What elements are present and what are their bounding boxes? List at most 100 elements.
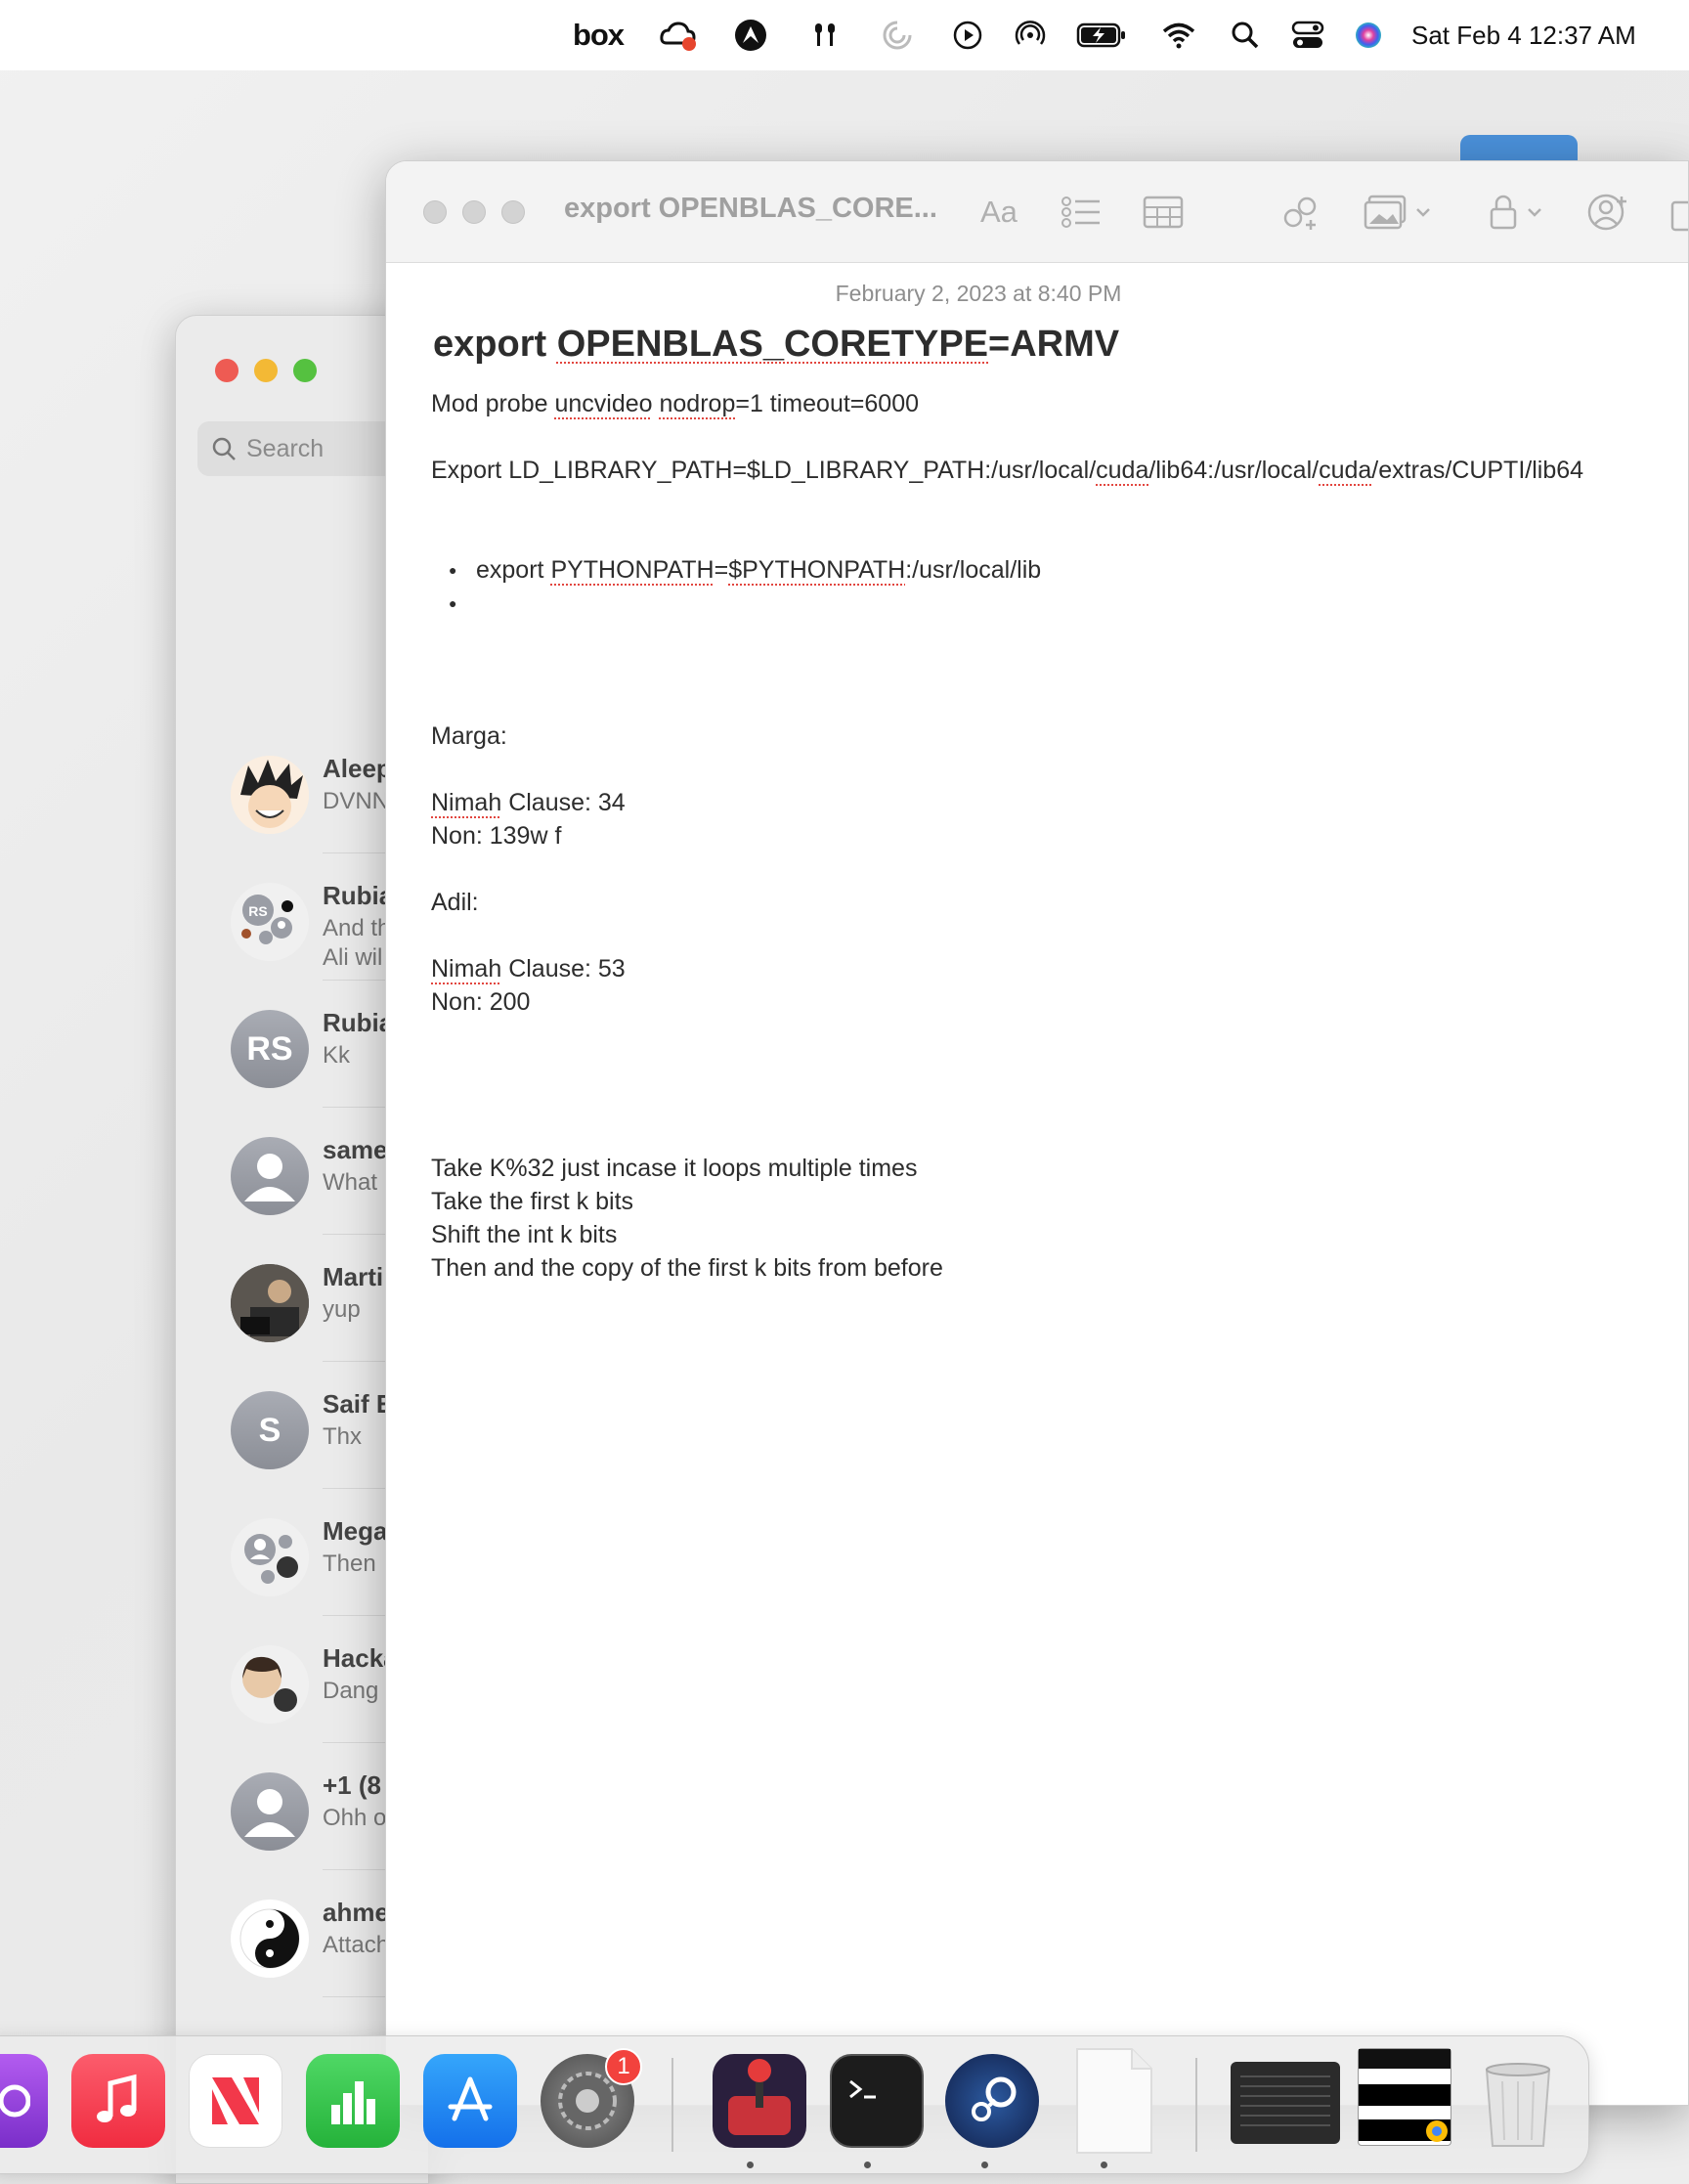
conversation-name: Rubia bbox=[323, 881, 394, 910]
steam-icon[interactable] bbox=[945, 2054, 1039, 2148]
search-icon bbox=[212, 437, 236, 460]
format-button[interactable]: Aa bbox=[980, 193, 1018, 232]
conversation-preview: Thx bbox=[323, 1423, 363, 1450]
conversation-preview: And th Ali wil bbox=[323, 915, 391, 971]
app-store-icon[interactable] bbox=[423, 2054, 517, 2148]
spinner-icon[interactable] bbox=[878, 18, 917, 53]
conversation-preview: Ohh o bbox=[323, 1805, 387, 1831]
minimize-button[interactable] bbox=[254, 359, 278, 382]
person-icon bbox=[231, 1772, 309, 1851]
zoom-button[interactable] bbox=[293, 359, 317, 382]
note-body[interactable]: export OPENBLAS_CORETYPE=ARMV Mod probe … bbox=[431, 324, 1643, 1285]
conversation-preview: What bbox=[323, 1169, 378, 1196]
siri-icon[interactable] bbox=[1351, 18, 1386, 53]
bullet-item: export PYTHONPATH=$PYTHONPATH:/usr/local… bbox=[449, 553, 1643, 587]
joystick-app-icon[interactable] bbox=[713, 2054, 806, 2148]
control-center-icon[interactable] bbox=[1288, 18, 1327, 53]
music-icon[interactable] bbox=[71, 2054, 165, 2148]
conversation-name: ahme bbox=[323, 1898, 389, 1927]
airpods-icon[interactable] bbox=[805, 18, 844, 53]
minimize-button[interactable] bbox=[462, 200, 486, 224]
conversation-preview: Dang bbox=[323, 1678, 379, 1704]
dock: 1 bbox=[0, 2035, 1589, 2174]
terminal-icon[interactable] bbox=[830, 2054, 924, 2148]
avatar-initials: RS bbox=[231, 1010, 309, 1088]
note-line: Export LD_LIBRARY_PATH=$LD_LIBRARY_PATH:… bbox=[431, 457, 1584, 484]
note-line: Adil: bbox=[431, 889, 479, 916]
clock[interactable]: Sat Feb 4 12:37 AM bbox=[1411, 18, 1669, 53]
group-avatar: RS bbox=[231, 883, 309, 961]
battery-charging-icon[interactable] bbox=[1075, 18, 1128, 53]
note-line: Nimah Clause: 53 bbox=[431, 955, 626, 983]
chevron-down-icon bbox=[1528, 208, 1541, 217]
chevron-down-icon bbox=[1416, 208, 1430, 217]
wifi-icon[interactable] bbox=[1159, 18, 1198, 53]
bullet-list: export PYTHONPATH=$PYTHONPATH:/usr/local… bbox=[449, 553, 1643, 620]
collaborate-icon[interactable] bbox=[1586, 193, 1629, 232]
note-line: Take K%32 just incase it loops multiple … bbox=[431, 1155, 918, 1182]
note-line: Take the first k bits bbox=[431, 1188, 634, 1215]
conversation-preview: Attach bbox=[323, 1932, 390, 1958]
system-settings-icon[interactable]: 1 bbox=[541, 2048, 642, 2148]
chrome-window-thumbnail[interactable] bbox=[1358, 2048, 1451, 2146]
conversation-preview: DVNN bbox=[323, 788, 390, 814]
bullet-item bbox=[449, 587, 1643, 620]
format-label: Aa bbox=[980, 195, 1018, 229]
airdrop-icon[interactable] bbox=[1011, 18, 1050, 53]
link-sharing-icon[interactable] bbox=[1281, 193, 1321, 232]
box-label: box bbox=[572, 18, 625, 52]
note-line: Nimah Clause: 34 bbox=[431, 789, 626, 816]
search-placeholder: Search bbox=[246, 434, 325, 462]
search-icon[interactable] bbox=[1228, 18, 1263, 53]
menu-bar: box Sat Feb 4 12:37 AM bbox=[0, 0, 1689, 70]
conversation-name: Mega bbox=[323, 1516, 388, 1546]
creative-cloud-icon[interactable] bbox=[657, 18, 700, 53]
lock-icon[interactable] bbox=[1489, 193, 1543, 232]
numbers-icon[interactable] bbox=[306, 2054, 400, 2148]
note-line: Mod probe uncvideo nodrop=1 timeout=6000 bbox=[431, 390, 920, 417]
media-icon[interactable] bbox=[1364, 193, 1432, 232]
screenshot-thumbnail[interactable] bbox=[1231, 2062, 1340, 2144]
clock-text: Sat Feb 4 12:37 AM bbox=[1411, 20, 1636, 50]
conversation-preview: Kk bbox=[323, 1042, 351, 1069]
box-menu-icon[interactable]: box bbox=[571, 18, 626, 53]
svg-text:RS: RS bbox=[248, 903, 267, 919]
note-line: Marga: bbox=[431, 722, 507, 750]
table-icon[interactable] bbox=[1143, 193, 1184, 232]
note-line: Non: 139w f bbox=[431, 822, 562, 850]
window-title: export OPENBLAS_CORE... bbox=[564, 193, 937, 224]
avatar bbox=[231, 1264, 309, 1342]
play-icon[interactable] bbox=[948, 18, 987, 53]
conversation-name: Aleep bbox=[323, 754, 392, 783]
conversation-name: +1 (8 bbox=[323, 1770, 381, 1800]
conversation-name: Rubia bbox=[323, 1008, 394, 1037]
yin-yang-icon bbox=[231, 1900, 309, 1978]
folder-icon[interactable] bbox=[1460, 135, 1578, 160]
zoom-button[interactable] bbox=[501, 200, 525, 224]
conversation-preview: yup bbox=[323, 1296, 361, 1323]
share-icon[interactable] bbox=[1668, 193, 1688, 232]
notes-window: export OPENBLAS_CORE... Aa February 2, 2… bbox=[385, 160, 1689, 2106]
group-avatar bbox=[231, 1518, 309, 1596]
notification-badge: 1 bbox=[605, 2048, 642, 2085]
wing-icon[interactable] bbox=[731, 18, 770, 53]
conversation-name: Marti bbox=[323, 1262, 384, 1291]
note-date: February 2, 2023 at 8:40 PM bbox=[835, 281, 1122, 306]
checklist-icon[interactable] bbox=[1061, 193, 1102, 232]
trash-icon[interactable] bbox=[1471, 2054, 1565, 2148]
group-avatar bbox=[231, 1645, 309, 1724]
avatar bbox=[231, 756, 309, 834]
document-icon[interactable] bbox=[1066, 2048, 1160, 2154]
conversation-name: same bbox=[323, 1135, 388, 1164]
note-line: Non: 200 bbox=[431, 988, 531, 1016]
podcasts-icon[interactable] bbox=[0, 2054, 48, 2148]
note-heading: export OPENBLAS_CORETYPE=ARMV bbox=[433, 324, 1120, 365]
notes-toolbar: export OPENBLAS_CORE... Aa bbox=[386, 161, 1688, 263]
note-line: Shift the int k bits bbox=[431, 1221, 618, 1248]
conversation-name: Saif E bbox=[323, 1389, 394, 1419]
close-button[interactable] bbox=[215, 359, 238, 382]
news-icon[interactable] bbox=[189, 2054, 282, 2148]
conversation-preview: Then bbox=[323, 1551, 376, 1577]
note-line: Then and the copy of the first k bits fr… bbox=[431, 1254, 943, 1282]
close-button[interactable] bbox=[423, 200, 447, 224]
